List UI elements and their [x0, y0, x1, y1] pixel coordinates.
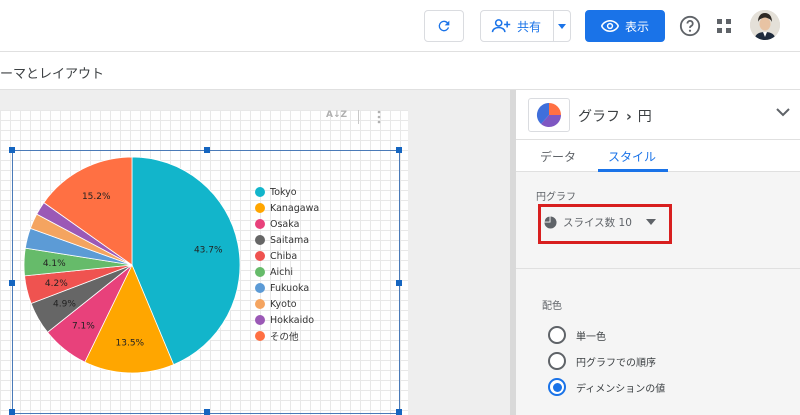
- toolbar-divider: [358, 110, 359, 124]
- radio-label: 単一色: [576, 331, 606, 343]
- pie-chart-selection[interactable]: [9, 147, 402, 415]
- pie-chart-icon: [536, 102, 562, 128]
- top-header: 共有 表示: [0, 0, 800, 52]
- resize-handle[interactable]: [204, 147, 210, 153]
- legend-label: Fukuoka: [270, 282, 310, 294]
- legend-label: Chiba: [270, 250, 298, 262]
- chart-kind-label: グラフ: [578, 109, 620, 125]
- help-icon[interactable]: [679, 15, 701, 37]
- legend-label: その他: [270, 332, 299, 343]
- resize-handle[interactable]: [396, 280, 402, 286]
- radio-single-color[interactable]: 単一色: [548, 326, 606, 344]
- chart-toolbar: A↓Z: [326, 110, 386, 124]
- view-label: 表示: [624, 19, 649, 34]
- active-tab-indicator: [598, 169, 668, 172]
- chart-subtype-label: 円: [637, 109, 652, 125]
- legend-item[interactable]: Chiba: [255, 248, 319, 264]
- legend-swatch: [255, 219, 265, 229]
- share-label: 共有: [517, 19, 542, 34]
- user-avatar[interactable]: [750, 10, 780, 40]
- legend-item[interactable]: Fukuoka: [255, 280, 319, 296]
- legend-swatch: [255, 315, 265, 325]
- share-main[interactable]: 共有: [481, 11, 555, 41]
- legend-label: Saitama: [270, 234, 310, 246]
- avatar-image: [750, 10, 780, 40]
- legend-swatch: [255, 331, 265, 341]
- resize-handle[interactable]: [9, 280, 15, 286]
- radio-button[interactable]: [548, 326, 566, 344]
- view-button[interactable]: 表示: [585, 10, 665, 42]
- legend-label: Hokkaido: [270, 314, 315, 326]
- chevron-down-icon[interactable]: [776, 108, 790, 117]
- legend-label: Osaka: [270, 218, 300, 230]
- radio-pie-order[interactable]: 円グラフでの順序: [548, 352, 656, 370]
- resize-handle[interactable]: [396, 409, 402, 415]
- legend-item[interactable]: Tokyo: [255, 184, 319, 200]
- radio-label: 円グラフでの順序: [576, 357, 656, 369]
- legend-label: Tokyo: [270, 186, 297, 198]
- radio-button[interactable]: [548, 352, 566, 370]
- eye-icon: [600, 20, 619, 32]
- theme-layout-button[interactable]: ーマとレイアウト: [0, 63, 104, 82]
- radio-dimension-values[interactable]: ディメンションの値: [548, 378, 665, 396]
- sort-az-icon[interactable]: A↓Z: [326, 110, 347, 120]
- report-page: [0, 110, 408, 415]
- resize-handle[interactable]: [204, 409, 210, 415]
- apps-grid-icon[interactable]: [716, 18, 732, 34]
- tab-style[interactable]: スタイル: [608, 148, 656, 165]
- panel-title: グラフ › 円: [578, 106, 652, 126]
- legend-swatch: [255, 299, 265, 309]
- tab-data[interactable]: データ: [540, 148, 576, 165]
- refresh-icon: [438, 20, 450, 32]
- color-section-label: 配色: [542, 301, 562, 312]
- pie-section-label: 円グラフ: [536, 192, 576, 203]
- resize-handle[interactable]: [396, 147, 402, 153]
- legend-item[interactable]: Kyoto: [255, 296, 319, 312]
- section-divider: [516, 268, 800, 269]
- panel-header: グラフ › 円: [516, 90, 800, 140]
- legend-swatch: [255, 251, 265, 261]
- legend-swatch: [255, 267, 265, 277]
- breadcrumb-chevron-icon: ›: [626, 109, 632, 125]
- sub-toolbar: ーマとレイアウト: [0, 52, 800, 90]
- legend-label: Kanagawa: [270, 202, 320, 214]
- properties-panel: グラフ › 円 データ スタイル 円グラフ スライス数 10 配色 単一色 円グラフ…: [516, 90, 800, 415]
- radio-label: ディメンションの値: [576, 383, 666, 395]
- chart-type-button[interactable]: [528, 98, 570, 132]
- legend-item[interactable]: その他: [255, 328, 319, 344]
- legend-item[interactable]: Saitama: [255, 232, 319, 248]
- legend-swatch: [255, 283, 265, 293]
- radio-button-checked[interactable]: [548, 378, 566, 396]
- refresh-button[interactable]: [424, 10, 464, 42]
- highlight-box: [538, 204, 672, 244]
- legend-swatch: [255, 187, 265, 197]
- share-button[interactable]: 共有: [480, 10, 571, 42]
- resize-handle[interactable]: [9, 409, 15, 415]
- legend-item[interactable]: Kanagawa: [255, 200, 319, 216]
- legend-label: Aichi: [270, 266, 294, 278]
- resize-handle[interactable]: [9, 147, 15, 153]
- legend-item[interactable]: Osaka: [255, 216, 319, 232]
- legend-swatch: [255, 203, 265, 213]
- chart-legend: Tokyo Kanagawa Osaka Saitama Chiba Aichi Fukuo…: [255, 184, 319, 344]
- panel-tabs: データ スタイル: [516, 140, 800, 172]
- legend-label: Kyoto: [270, 298, 297, 310]
- more-vert-icon[interactable]: [376, 110, 382, 124]
- legend-swatch: [255, 235, 265, 245]
- add-person-icon: [491, 19, 511, 33]
- share-dropdown[interactable]: [554, 23, 570, 29]
- legend-item[interactable]: Aichi: [255, 264, 319, 280]
- legend-item[interactable]: Hokkaido: [255, 312, 319, 328]
- caret-down-icon: [558, 23, 567, 29]
